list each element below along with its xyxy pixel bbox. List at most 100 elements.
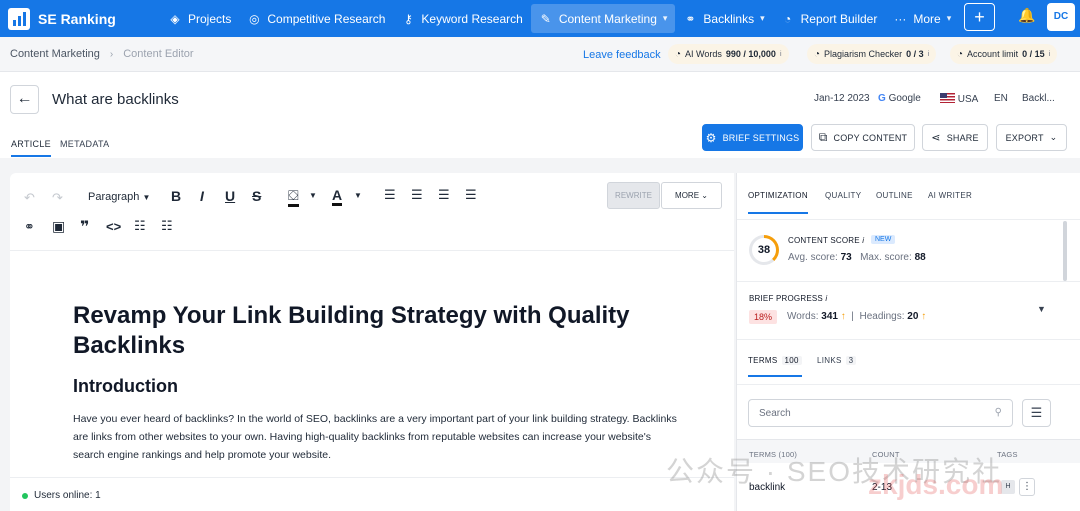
nav-item-projects[interactable]: ◈ Projects xyxy=(160,0,239,37)
ai-words-limit[interactable]: ◔ AI Words 990 / 10,000 i xyxy=(668,44,789,64)
caret-down-icon[interactable]: ▼ xyxy=(1037,304,1046,314)
nav-item-report-builder[interactable]: ◔ Report Builder xyxy=(773,0,886,37)
headings-label: Headings: xyxy=(859,311,905,322)
tab-quality[interactable]: QUALITY xyxy=(825,191,861,200)
gear-icon: ⚙ xyxy=(705,130,717,145)
numbered-list-icon[interactable]: ☷ xyxy=(161,218,173,234)
image-icon[interactable]: ▣ xyxy=(52,218,65,235)
tab-optimization[interactable]: OPTIMIZATION xyxy=(748,191,808,214)
words-value: 341 xyxy=(821,311,838,322)
bold-icon[interactable]: B xyxy=(171,188,181,204)
tab-ai-writer[interactable]: AI WRITER xyxy=(928,191,972,200)
tab-outline[interactable]: OUTLINE xyxy=(876,191,913,200)
nav-item-label: Competitive Research xyxy=(267,11,386,26)
text-color-icon[interactable]: A xyxy=(332,187,343,206)
article-paragraph[interactable]: Have you ever heard of backlinks? In the… xyxy=(73,410,683,464)
users-online-bar: Users online: 1 xyxy=(10,477,734,511)
editor-toolbar: ↶ ↷ Paragraph ▼ B I U S ⛋ ▼ A ▼ ☰ ☰ ☰ ☰ … xyxy=(10,173,734,251)
terms-search-input[interactable]: Search ⚲ xyxy=(748,399,1013,427)
max-score-label: Max. score: xyxy=(860,252,912,263)
target-keyword: Backl... xyxy=(1022,93,1055,104)
nav-item-more[interactable]: ··· More ▾ xyxy=(885,0,959,37)
account-limit[interactable]: ◔ Account limit 0 / 15 i xyxy=(950,44,1058,64)
caret-down-icon[interactable]: ▼ xyxy=(354,191,362,200)
rewrite-button[interactable]: REWRITE xyxy=(607,182,660,209)
link-icon[interactable]: ⚭ xyxy=(24,219,35,235)
strikethrough-icon[interactable]: S xyxy=(252,188,261,204)
info-icon: i xyxy=(927,50,930,58)
copy-content-label: COPY CONTENT xyxy=(833,132,908,143)
caret-down-icon[interactable]: ▼ xyxy=(309,191,317,200)
nav-item-label: Report Builder xyxy=(800,11,878,26)
back-button[interactable]: ← xyxy=(10,85,39,114)
row-menu-button[interactable]: ⋮ xyxy=(1019,478,1035,496)
new-badge: NEW xyxy=(871,235,896,244)
online-status-icon xyxy=(22,493,28,499)
export-label: EXPORT xyxy=(1005,132,1044,143)
divider xyxy=(737,219,1080,220)
brand[interactable]: SE Ranking xyxy=(0,7,150,30)
brief-settings-button[interactable]: ⚙ BRIEF SETTINGS xyxy=(702,124,803,151)
underline-icon[interactable]: U xyxy=(225,188,235,204)
chevron-down-icon: ⌄ xyxy=(1049,132,1058,142)
share-button[interactable]: ⋖ SHARE xyxy=(922,124,988,151)
nav-item-backlinks[interactable]: ⚭ Backlinks ▾ xyxy=(675,0,772,37)
panel-scrollbar[interactable] xyxy=(1063,221,1067,281)
align-justify-icon[interactable]: ☰ xyxy=(465,187,477,203)
content-score-value: 38 xyxy=(757,244,771,256)
bell-icon[interactable]: 🔔 xyxy=(1018,7,1035,24)
share-icon: ⋖ xyxy=(931,132,941,144)
paragraph-style-value: Paragraph xyxy=(88,191,140,203)
align-right-icon[interactable]: ☰ xyxy=(438,187,450,203)
plagiarism-limit[interactable]: ◔ Plagiarism Checker 0 / 3 i xyxy=(807,44,937,64)
tab-terms[interactable]: TERMS 100 xyxy=(748,356,802,377)
content-editor: ↶ ↷ Paragraph ▼ B I U S ⛋ ▼ A ▼ ☰ ☰ ☰ ☰ … xyxy=(10,173,734,511)
nav-item-content-marketing[interactable]: ✎ Content Marketing ▾ xyxy=(530,4,676,33)
us-flag-icon xyxy=(940,93,955,103)
fill-color-icon[interactable]: ⛋ xyxy=(288,187,299,207)
more-label: MORE xyxy=(675,191,700,200)
brand-name: SE Ranking xyxy=(38,10,116,27)
bulleted-list-icon[interactable]: ☷ xyxy=(134,218,146,234)
nav-item-label: Content Marketing xyxy=(558,11,657,26)
ai-words-value: 990 / 10,000 xyxy=(725,49,776,59)
quote-icon[interactable]: ❞ xyxy=(80,217,89,237)
export-button[interactable]: EXPORT ⌄ xyxy=(996,124,1067,151)
align-center-icon[interactable]: ☰ xyxy=(411,187,423,203)
article-heading-2[interactable]: Introduction xyxy=(73,376,178,397)
breadcrumb-bar: Content Marketing › Content Editor Leave… xyxy=(0,37,1080,72)
tab-metadata[interactable]: METADATA xyxy=(60,139,109,149)
avatar[interactable]: DC xyxy=(1047,3,1075,31)
italic-icon[interactable]: I xyxy=(200,188,204,204)
tab-article[interactable]: ARTICLE xyxy=(11,139,51,157)
breadcrumb-section[interactable]: Content Marketing xyxy=(10,48,100,60)
filter-button[interactable]: ☰ xyxy=(1022,399,1051,427)
arrow-up-icon: ↑ xyxy=(921,311,927,322)
country-label: USA xyxy=(957,94,979,105)
code-icon[interactable]: <> xyxy=(106,219,121,234)
brief-progress-percent: 18% xyxy=(749,310,778,324)
divider xyxy=(737,384,1080,385)
copy-content-button[interactable]: ⧉ COPY CONTENT xyxy=(811,124,915,151)
paragraph-style-select[interactable]: Paragraph ▼ xyxy=(88,191,150,203)
undo-icon[interactable]: ↶ xyxy=(24,190,35,206)
align-left-icon[interactable]: ☰ xyxy=(384,187,396,203)
article-heading-1[interactable]: Revamp Your Link Building Strategy with … xyxy=(73,301,633,361)
nav-item-competitive-research[interactable]: ◎ Competitive Research xyxy=(239,0,393,37)
tab-links[interactable]: LINKS 3 xyxy=(817,356,857,365)
links-tab-label: LINKS xyxy=(817,356,842,365)
avg-score-value: 73 xyxy=(840,252,852,263)
users-online: Users online: 1 xyxy=(34,490,101,501)
chevron-right-icon: › xyxy=(109,48,114,60)
more-button[interactable]: MORE ⌄ xyxy=(661,182,722,209)
brief-date: Jan-12 2023 xyxy=(814,93,870,104)
brief-progress-label: BRIEF PROGRESS i xyxy=(749,294,827,303)
chevron-down-icon: ⌄ xyxy=(701,191,708,200)
nav-item-label: More xyxy=(913,11,941,26)
copy-icon: ⧉ xyxy=(818,130,828,144)
add-button[interactable]: + xyxy=(964,3,995,31)
nav-item-keyword-research[interactable]: ⚷ Keyword Research xyxy=(393,0,530,37)
headings-value: 20 xyxy=(907,311,919,322)
redo-icon[interactable]: ↷ xyxy=(52,190,63,206)
leave-feedback-link[interactable]: Leave feedback xyxy=(583,49,661,61)
